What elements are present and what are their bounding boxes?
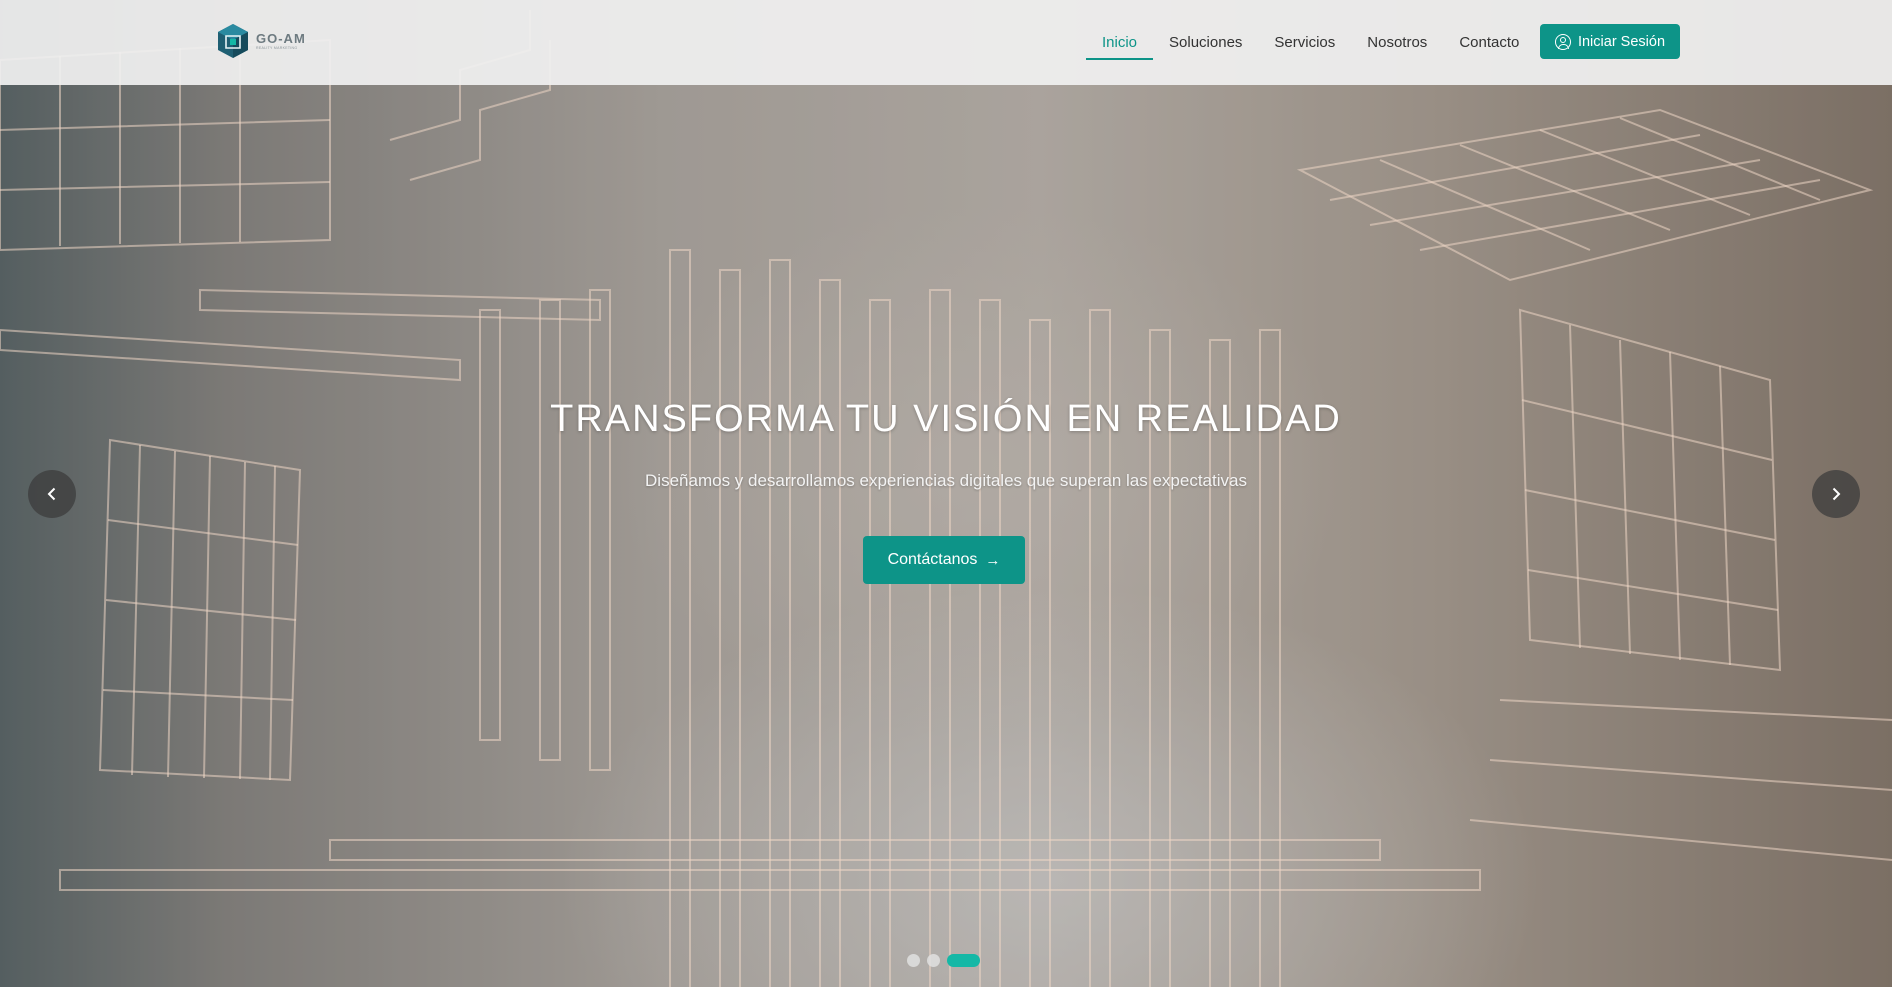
brand-tagline: Reality Marketing [256,45,298,50]
main-nav: Inicio Soluciones Servicios Nosotros Con… [1086,0,1535,85]
user-circle-icon [1554,33,1571,50]
cta-label: Contáctanos [887,551,978,568]
nav-item-inicio[interactable]: Inicio [1086,0,1154,85]
nav-item-soluciones[interactable]: Soluciones [1153,0,1258,85]
cube-logo-icon [218,24,248,58]
chevron-right-icon [1832,487,1841,501]
carousel-dot-2[interactable] [927,954,940,967]
carousel-indicators [907,954,980,967]
login-button-label: Iniciar Sesión [1577,33,1666,50]
wireframe-architecture-graphic [0,10,1892,987]
carousel-dot-1[interactable] [907,954,920,967]
site-header: GO-AM Reality Marketing Inicio Solucione… [0,0,1892,85]
hero-subtitle: Diseñamos y desarrollamos experiencias d… [645,471,1247,490]
hero-title: TRANSFORMA TU VISIÓN EN REALIDAD [550,398,1342,440]
carousel-dot-3[interactable] [947,954,980,967]
arrow-right-icon: → [985,551,1001,569]
nav-item-nosotros[interactable]: Nosotros [1351,0,1443,85]
carousel-prev-button[interactable] [28,470,76,518]
brand-name: GO-AM [256,30,306,46]
chevron-left-icon [47,487,56,501]
nav-item-contacto[interactable]: Contacto [1443,0,1535,85]
nav-item-servicios[interactable]: Servicios [1258,0,1351,85]
hero-background [0,0,1892,987]
brand-logo[interactable]: GO-AM Reality Marketing [216,22,306,60]
login-button[interactable]: Iniciar Sesión [1540,24,1680,59]
carousel-next-button[interactable] [1812,470,1860,518]
contact-cta-button[interactable]: Contáctanos → [863,536,1025,584]
